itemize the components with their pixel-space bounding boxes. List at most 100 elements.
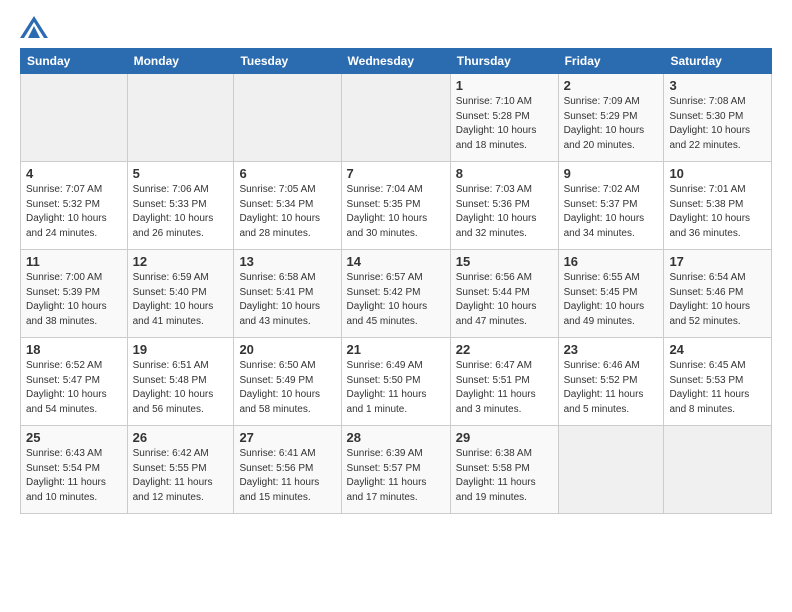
calendar-cell: 2 Sunrise: 7:09 AM Sunset: 5:29 PM Daylig… [558,74,664,162]
day-number: 7 [347,166,445,181]
calendar-cell: 1 Sunrise: 7:10 AM Sunset: 5:28 PM Daylig… [450,74,558,162]
calendar-week-0: 1 Sunrise: 7:10 AM Sunset: 5:28 PM Daylig… [21,74,772,162]
day-number: 26 [133,430,229,445]
day-info: Sunrise: 6:52 AM Sunset: 5:47 PM Dayligh… [26,359,122,417]
calendar-week-2: 11 Sunrise: 7:00 AM Sunset: 5:39 PM Dayli… [21,250,772,338]
calendar-header-wednesday: Wednesday [341,49,450,74]
day-info: Sunrise: 6:42 AM Sunset: 5:55 PM Dayligh… [133,447,229,505]
day-info: Sunrise: 7:00 AM Sunset: 5:39 PM Dayligh… [26,271,122,329]
day-info: Sunrise: 6:58 AM Sunset: 5:41 PM Dayligh… [239,271,335,329]
day-number: 3 [669,78,766,93]
calendar-header-row: SundayMondayTuesdayWednesdayThursdayFrid… [21,49,772,74]
calendar-header-thursday: Thursday [450,49,558,74]
calendar-cell: 23 Sunrise: 6:46 AM Sunset: 5:52 PM Dayli… [558,338,664,426]
day-number: 9 [564,166,659,181]
day-number: 27 [239,430,335,445]
day-info: Sunrise: 6:51 AM Sunset: 5:48 PM Dayligh… [133,359,229,417]
day-number: 22 [456,342,553,357]
day-info: Sunrise: 7:03 AM Sunset: 5:36 PM Dayligh… [456,183,553,241]
day-info: Sunrise: 6:55 AM Sunset: 5:45 PM Dayligh… [564,271,659,329]
calendar-week-3: 18 Sunrise: 6:52 AM Sunset: 5:47 PM Dayli… [21,338,772,426]
day-info: Sunrise: 7:08 AM Sunset: 5:30 PM Dayligh… [669,95,766,153]
calendar-cell: 4 Sunrise: 7:07 AM Sunset: 5:32 PM Daylig… [21,162,128,250]
day-info: Sunrise: 7:01 AM Sunset: 5:38 PM Dayligh… [669,183,766,241]
day-number: 16 [564,254,659,269]
day-info: Sunrise: 7:04 AM Sunset: 5:35 PM Dayligh… [347,183,445,241]
calendar-cell: 29 Sunrise: 6:38 AM Sunset: 5:58 PM Dayli… [450,426,558,514]
day-info: Sunrise: 7:10 AM Sunset: 5:28 PM Dayligh… [456,95,553,153]
calendar-cell: 17 Sunrise: 6:54 AM Sunset: 5:46 PM Dayli… [664,250,772,338]
calendar-cell: 26 Sunrise: 6:42 AM Sunset: 5:55 PM Dayli… [127,426,234,514]
day-number: 29 [456,430,553,445]
day-number: 4 [26,166,122,181]
calendar-cell: 8 Sunrise: 7:03 AM Sunset: 5:36 PM Daylig… [450,162,558,250]
calendar-header-monday: Monday [127,49,234,74]
day-info: Sunrise: 6:39 AM Sunset: 5:57 PM Dayligh… [347,447,445,505]
calendar-cell: 16 Sunrise: 6:55 AM Sunset: 5:45 PM Dayli… [558,250,664,338]
day-number: 12 [133,254,229,269]
calendar-cell: 12 Sunrise: 6:59 AM Sunset: 5:40 PM Dayli… [127,250,234,338]
day-number: 24 [669,342,766,357]
calendar-cell [21,74,128,162]
day-info: Sunrise: 7:06 AM Sunset: 5:33 PM Dayligh… [133,183,229,241]
calendar-header-tuesday: Tuesday [234,49,341,74]
calendar-cell [558,426,664,514]
calendar-cell: 14 Sunrise: 6:57 AM Sunset: 5:42 PM Dayli… [341,250,450,338]
calendar-table: SundayMondayTuesdayWednesdayThursdayFrid… [20,48,772,514]
calendar-cell: 9Sunrise: 7:02 AM Sunset: 5:37 PM Daylig… [558,162,664,250]
calendar-cell: 5Sunrise: 7:06 AM Sunset: 5:33 PM Daylig… [127,162,234,250]
day-info: Sunrise: 6:47 AM Sunset: 5:51 PM Dayligh… [456,359,553,417]
day-info: Sunrise: 7:09 AM Sunset: 5:29 PM Dayligh… [564,95,659,153]
day-info: Sunrise: 6:50 AM Sunset: 5:49 PM Dayligh… [239,359,335,417]
day-info: Sunrise: 6:54 AM Sunset: 5:46 PM Dayligh… [669,271,766,329]
day-info: Sunrise: 6:43 AM Sunset: 5:54 PM Dayligh… [26,447,122,505]
calendar-cell: 7 Sunrise: 7:04 AM Sunset: 5:35 PM Daylig… [341,162,450,250]
day-number: 2 [564,78,659,93]
logo [20,16,52,38]
calendar-cell: 21 Sunrise: 6:49 AM Sunset: 5:50 PM Dayli… [341,338,450,426]
day-number: 10 [669,166,766,181]
calendar-cell: 19 Sunrise: 6:51 AM Sunset: 5:48 PM Dayli… [127,338,234,426]
calendar-week-4: 25 Sunrise: 6:43 AM Sunset: 5:54 PM Dayli… [21,426,772,514]
calendar-cell: 6 Sunrise: 7:05 AM Sunset: 5:34 PM Daylig… [234,162,341,250]
day-number: 18 [26,342,122,357]
calendar-cell: 27Sunrise: 6:41 AM Sunset: 5:56 PM Dayli… [234,426,341,514]
day-number: 20 [239,342,335,357]
calendar-cell: 13 Sunrise: 6:58 AM Sunset: 5:41 PM Dayli… [234,250,341,338]
day-number: 6 [239,166,335,181]
day-info: Sunrise: 6:45 AM Sunset: 5:53 PM Dayligh… [669,359,766,417]
day-number: 21 [347,342,445,357]
day-number: 11 [26,254,122,269]
calendar-cell: 22 Sunrise: 6:47 AM Sunset: 5:51 PM Dayli… [450,338,558,426]
day-number: 8 [456,166,553,181]
day-number: 19 [133,342,229,357]
day-info: Sunrise: 6:56 AM Sunset: 5:44 PM Dayligh… [456,271,553,329]
header-area [20,16,772,38]
day-number: 14 [347,254,445,269]
calendar-header-friday: Friday [558,49,664,74]
calendar-cell: 20 Sunrise: 6:50 AM Sunset: 5:49 PM Dayli… [234,338,341,426]
day-info: Sunrise: 6:59 AM Sunset: 5:40 PM Dayligh… [133,271,229,329]
day-number: 17 [669,254,766,269]
calendar-cell: 3 Sunrise: 7:08 AM Sunset: 5:30 PM Daylig… [664,74,772,162]
day-number: 28 [347,430,445,445]
day-info: Sunrise: 7:05 AM Sunset: 5:34 PM Dayligh… [239,183,335,241]
calendar-header-sunday: Sunday [21,49,128,74]
day-info: Sunrise: 6:49 AM Sunset: 5:50 PM Dayligh… [347,359,445,417]
day-number: 1 [456,78,553,93]
day-info: Sunrise: 6:38 AM Sunset: 5:58 PM Dayligh… [456,447,553,505]
day-info: Sunrise: 7:07 AM Sunset: 5:32 PM Dayligh… [26,183,122,241]
calendar-cell [664,426,772,514]
calendar-cell: 25 Sunrise: 6:43 AM Sunset: 5:54 PM Dayli… [21,426,128,514]
calendar-cell: 10 Sunrise: 7:01 AM Sunset: 5:38 PM Dayli… [664,162,772,250]
logo-icon [20,16,48,38]
day-number: 13 [239,254,335,269]
calendar-cell: 28 Sunrise: 6:39 AM Sunset: 5:57 PM Dayli… [341,426,450,514]
calendar-cell: 18 Sunrise: 6:52 AM Sunset: 5:47 PM Dayli… [21,338,128,426]
day-number: 23 [564,342,659,357]
calendar-cell: 24 Sunrise: 6:45 AM Sunset: 5:53 PM Dayli… [664,338,772,426]
day-info: Sunrise: 6:46 AM Sunset: 5:52 PM Dayligh… [564,359,659,417]
day-number: 25 [26,430,122,445]
calendar-cell [341,74,450,162]
day-info: Sunrise: 6:57 AM Sunset: 5:42 PM Dayligh… [347,271,445,329]
